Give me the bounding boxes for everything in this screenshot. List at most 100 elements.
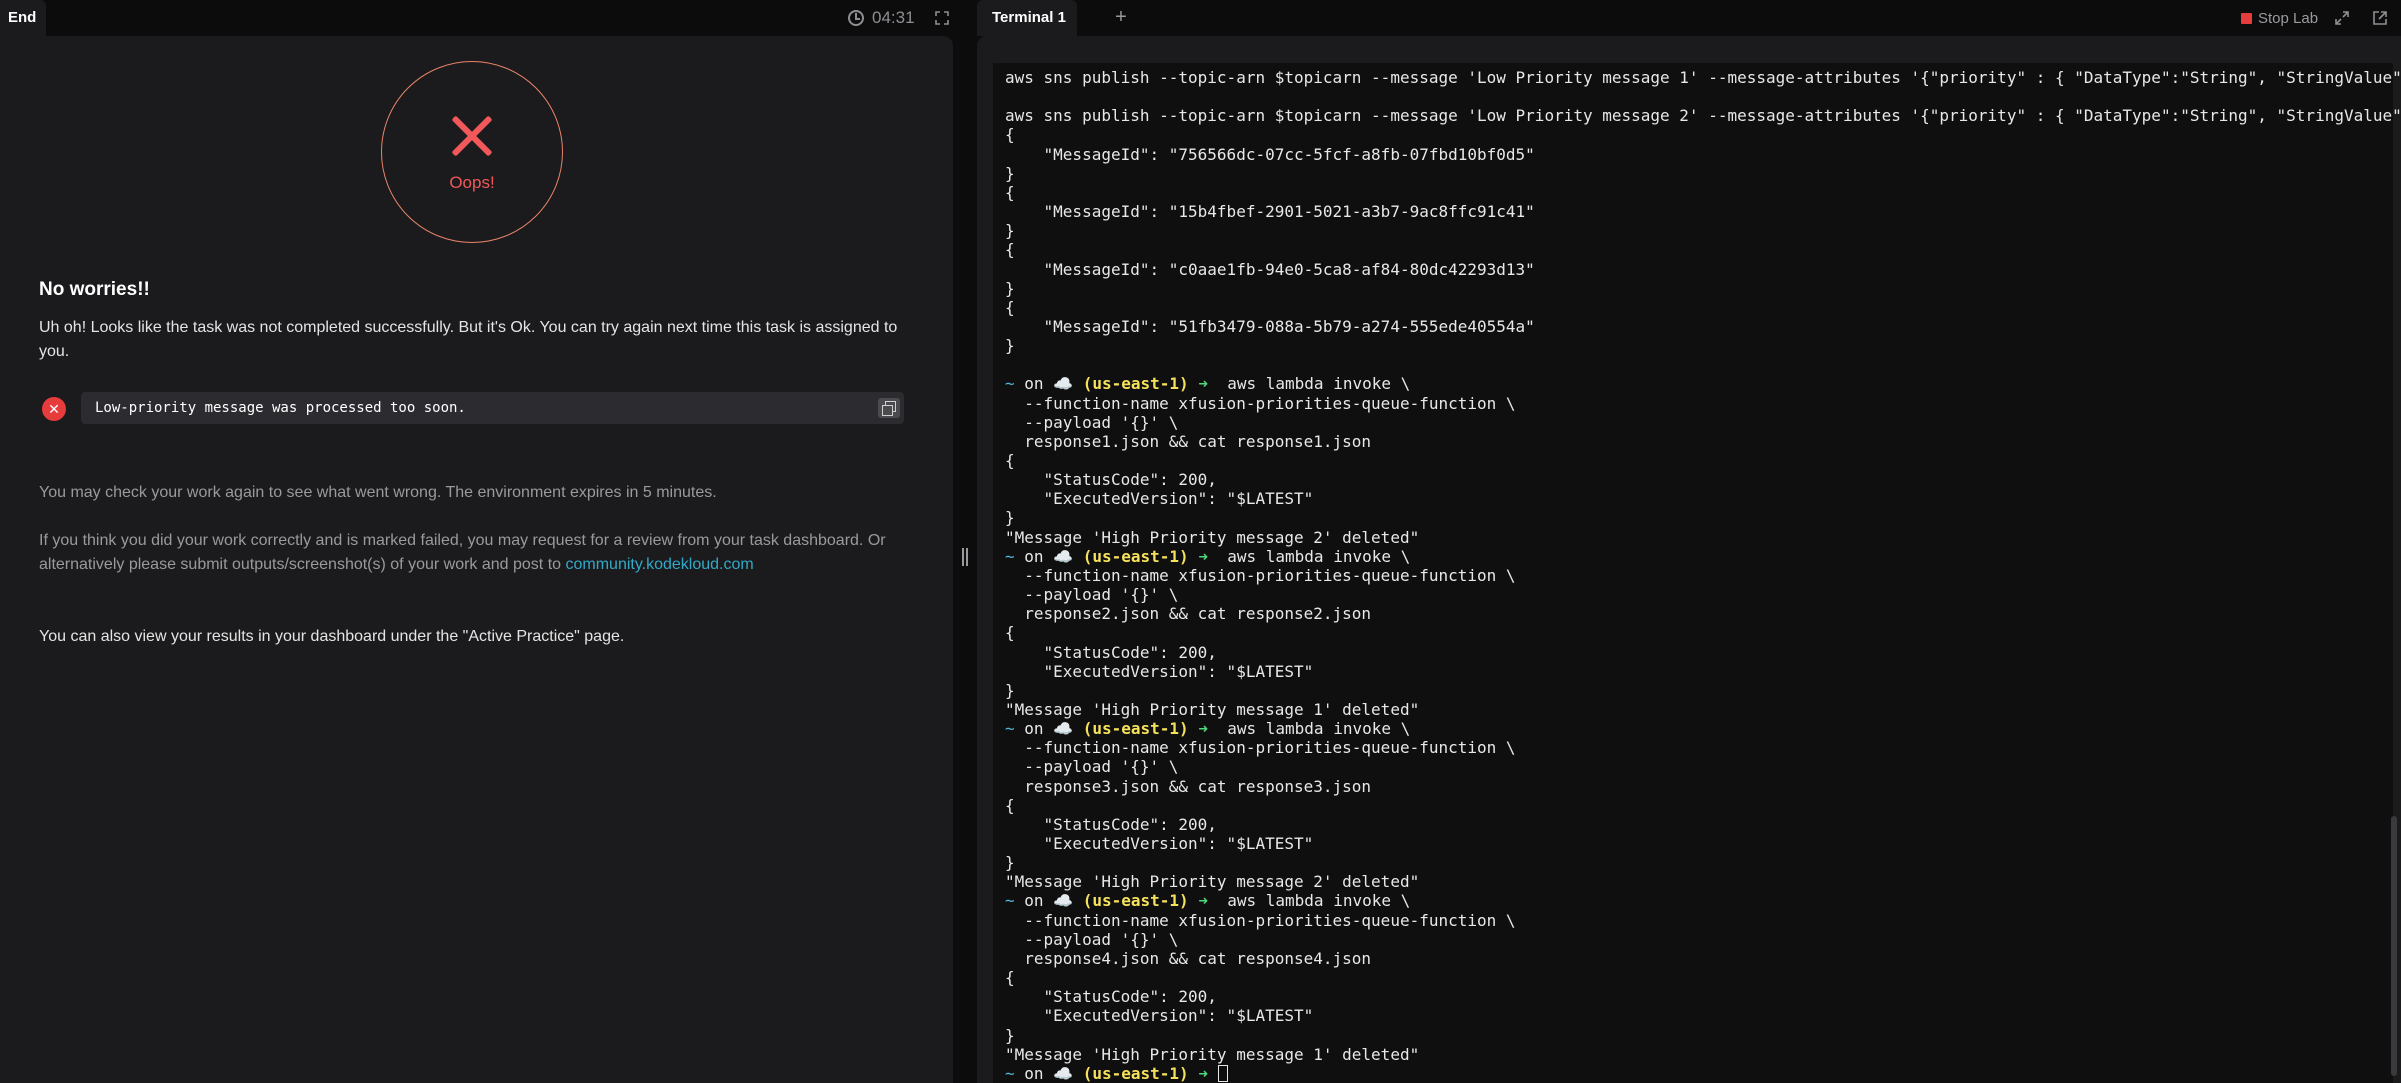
prompt-arrow-icon: ➜ xyxy=(1188,1063,1218,1083)
command-text: aws lambda invoke \ xyxy=(1217,374,1411,394)
terminal-line: --payload '{}' \ xyxy=(1005,412,1179,432)
command-text: aws lambda invoke \ xyxy=(1217,891,1411,911)
terminal-line: } xyxy=(1005,163,1015,183)
error-message: Low-priority message was processed too s… xyxy=(95,400,466,416)
error-row: ✕ Low-priority message was processed too… xyxy=(40,389,904,425)
timer-value: 04:31 xyxy=(872,8,915,27)
terminal-line: response1.json && cat response1.json xyxy=(1005,431,1372,451)
prompt-line: ~ on ☁️ (us-east-1) ➜ aws lambda invoke … xyxy=(1005,891,1410,910)
copy-icon[interactable] xyxy=(878,398,900,418)
terminal-line: } xyxy=(1005,853,1015,873)
dashboard-note: You can also view your results in your d… xyxy=(39,628,625,645)
prompt-arrow-icon: ➜ xyxy=(1188,374,1218,394)
terminal-line: "StatusCode": 200, xyxy=(1005,987,1217,1007)
terminal-line: response2.json && cat response2.json xyxy=(1005,604,1372,624)
terminal-line: "ExecutedVersion": "$LATEST" xyxy=(1005,834,1314,853)
terminal-line: --payload '{}' \ xyxy=(1005,757,1179,777)
terminal-line: } xyxy=(1005,336,1015,356)
tab-terminal-1[interactable]: Terminal 1 xyxy=(977,0,1077,36)
prompt-tilde: ~ xyxy=(1005,374,1015,394)
terminal-line: response4.json && cat response4.json xyxy=(1005,948,1372,968)
prompt-on: on xyxy=(1014,1063,1054,1083)
prompt-on: on xyxy=(1014,719,1054,739)
terminal-panel: aws sns publish --topic-arn $topicarn --… xyxy=(977,36,2401,1083)
terminal-tab-bar: Terminal 1 + Stop Lab xyxy=(977,0,2401,36)
terminal-line: { xyxy=(1005,125,1015,145)
terminal-line: --function-name xfusion-priorities-queue… xyxy=(1005,565,1516,585)
prompt-line: ~ on ☁️ (us-east-1) ➜ xyxy=(1005,1064,1228,1083)
terminal-line: "ExecutedVersion": "$LATEST" xyxy=(1005,489,1314,509)
stop-icon xyxy=(2241,12,2252,24)
prompt-arrow-icon: ➜ xyxy=(1188,546,1218,566)
terminal-line: { xyxy=(1005,623,1015,643)
prompt-line: ~ on ☁️ (us-east-1) ➜ aws lambda invoke … xyxy=(1005,719,1410,738)
terminal-line: aws sns publish --topic-arn $topicarn --… xyxy=(1005,68,2401,87)
prompt-region: (us-east-1) xyxy=(1073,719,1189,739)
oops-circle: Oops! xyxy=(381,61,563,243)
result-panel: Oops! No worries!! Uh oh! Looks like the… xyxy=(0,36,953,1083)
terminal-line: "Message 'High Priority message 2' delet… xyxy=(1005,527,1420,547)
review-note-text: If you think you did your work correctly… xyxy=(39,532,886,573)
terminal-line: } xyxy=(1005,1025,1015,1045)
terminal-line: { xyxy=(1005,240,1015,260)
prompt-arrow-icon: ➜ xyxy=(1188,891,1218,911)
clock-icon xyxy=(848,10,864,26)
prompt-region: (us-east-1) xyxy=(1073,1063,1189,1083)
terminal-line: } xyxy=(1005,221,1015,241)
prompt-line: ~ on ☁️ (us-east-1) ➜ aws lambda invoke … xyxy=(1005,547,1410,566)
terminal-line: "ExecutedVersion": "$LATEST" xyxy=(1005,661,1314,681)
prompt-region: (us-east-1) xyxy=(1073,374,1189,394)
terminal-line: "MessageId": "51fb3479-088a-5b79-a274-55… xyxy=(1005,316,1535,336)
result-description: Uh oh! Looks like the task was not compl… xyxy=(39,319,898,360)
prompt-arrow-icon: ➜ xyxy=(1188,719,1218,739)
terminal-line: { xyxy=(1005,182,1015,202)
terminal-line: "StatusCode": 200, xyxy=(1005,814,1217,834)
panel-splitter[interactable] xyxy=(953,36,977,1083)
terminal-line: "MessageId": "756566dc-07cc-5fcf-a8fb-07… xyxy=(1005,144,1535,164)
expand-icon[interactable] xyxy=(2335,11,2349,25)
terminal-line: --function-name xfusion-priorities-queue… xyxy=(1005,393,1516,413)
terminal-line: response3.json && cat response3.json xyxy=(1005,776,1372,796)
cloud-icon: ☁️ xyxy=(1053,546,1074,566)
terminal-line: "StatusCode": 200, xyxy=(1005,642,1217,662)
prompt-tilde: ~ xyxy=(1005,1063,1015,1083)
prompt-tilde: ~ xyxy=(1005,546,1015,566)
terminal-line: --payload '{}' \ xyxy=(1005,929,1179,949)
prompt-line: ~ on ☁️ (us-east-1) ➜ aws lambda invoke … xyxy=(1005,374,1410,393)
terminal-line: { xyxy=(1005,795,1015,815)
terminal-line: --function-name xfusion-priorities-queue… xyxy=(1005,910,1516,930)
command-text: aws lambda invoke \ xyxy=(1217,719,1411,739)
terminal-line: { xyxy=(1005,451,1015,470)
stop-lab-label: Stop Lab xyxy=(2258,9,2319,27)
expiry-note: You may check your work again to see wha… xyxy=(39,484,717,501)
stop-lab-button[interactable]: Stop Lab xyxy=(2241,0,2318,36)
terminal-line: "StatusCode": 200, xyxy=(1005,470,1217,490)
prompt-tilde: ~ xyxy=(1005,891,1015,911)
add-tab-button[interactable]: + xyxy=(1111,0,1131,36)
terminal-line: "ExecutedVersion": "$LATEST" xyxy=(1005,1006,1314,1026)
community-link[interactable]: community.kodekloud.com xyxy=(565,556,753,573)
prompt-on: on xyxy=(1014,891,1054,911)
terminal-line: --function-name xfusion-priorities-queue… xyxy=(1005,738,1516,758)
cloud-icon: ☁️ xyxy=(1053,374,1074,394)
prompt-on: on xyxy=(1014,374,1054,394)
oops-label: Oops! xyxy=(449,173,495,192)
prompt-region: (us-east-1) xyxy=(1073,546,1189,566)
terminal-line: aws sns publish --topic-arn $topicarn --… xyxy=(1005,106,2401,126)
terminal-scrollbar[interactable] xyxy=(2391,816,2397,1076)
terminal-output[interactable]: aws sns publish --topic-arn $topicarn --… xyxy=(993,63,2401,1083)
terminal-line: "MessageId": "c0aae1fb-94e0-5ca8-af84-80… xyxy=(1005,259,1535,279)
terminal-line: { xyxy=(1005,297,1015,317)
error-x-icon xyxy=(450,114,494,158)
result-heading: No worries!! xyxy=(39,279,150,300)
command-text: aws lambda invoke \ xyxy=(1217,546,1411,566)
tab-end[interactable]: End xyxy=(0,0,46,36)
terminal-line: } xyxy=(1005,508,1015,528)
expand-icon[interactable] xyxy=(935,11,949,25)
external-link-icon[interactable] xyxy=(2372,10,2388,26)
prompt-on: on xyxy=(1014,546,1054,566)
left-tab-bar: End 04:31 xyxy=(0,0,953,36)
drag-handle-icon[interactable] xyxy=(962,548,968,566)
terminal-line: { xyxy=(1005,968,1015,988)
terminal-line: } xyxy=(1005,278,1015,298)
